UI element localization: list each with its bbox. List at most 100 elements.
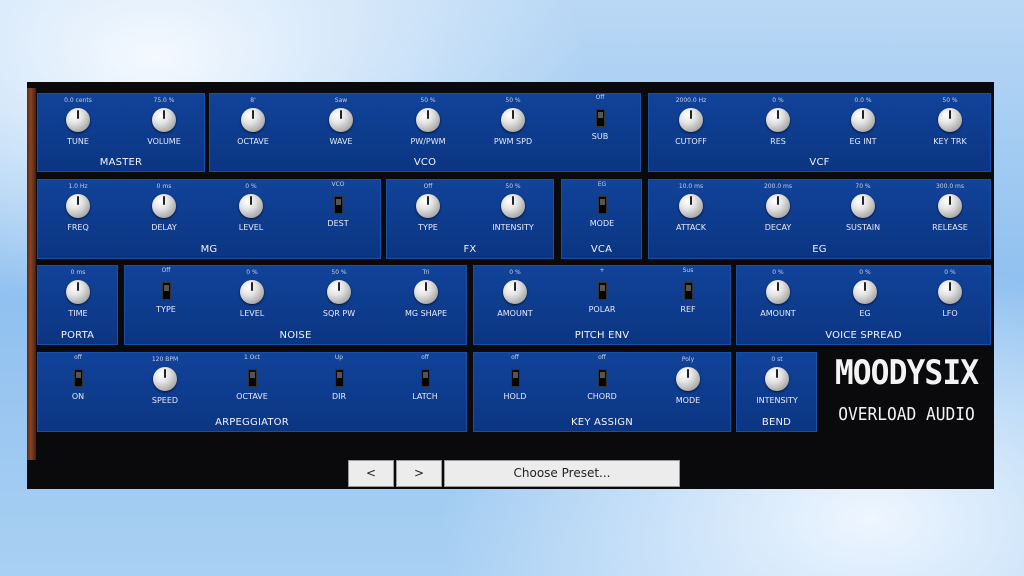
vco-octave-control[interactable]: 8' OCTAVE (218, 97, 288, 146)
rotary-knob[interactable] (766, 108, 790, 132)
pitch-env-amount-control[interactable]: 0 % AMOUNT (480, 269, 550, 318)
rotary-knob[interactable] (416, 108, 440, 132)
vco-sub-switch[interactable]: Off SUB (565, 94, 635, 141)
rotary-knob[interactable] (938, 108, 962, 132)
rotary-knob[interactable] (239, 194, 263, 218)
pitch-env-ref-switch[interactable]: Sus REF (653, 267, 723, 314)
rotary-knob[interactable] (414, 280, 438, 304)
mg-freq-control[interactable]: 1.0 Hz FREQ (43, 183, 113, 232)
control-value: 0 % (772, 97, 784, 104)
control-label: AMOUNT (760, 309, 796, 318)
rotary-knob[interactable] (851, 194, 875, 218)
control-value: 0 % (509, 269, 521, 276)
noise-mgshape-control[interactable]: Tri MG SHAPE (391, 269, 461, 318)
rotary-knob[interactable] (765, 367, 789, 391)
rotary-knob[interactable] (416, 194, 440, 218)
rotary-knob[interactable] (240, 280, 264, 304)
vco-wave-control[interactable]: Saw WAVE (306, 97, 376, 146)
control-label: LATCH (412, 392, 438, 401)
rotary-knob[interactable] (766, 280, 790, 304)
noise-sqrpw-control[interactable]: 50 % SQR PW (304, 269, 374, 318)
rotary-knob[interactable] (503, 280, 527, 304)
arp-speed-control[interactable]: 120 BPM SPEED (130, 356, 200, 405)
eg-sustain-control[interactable]: 70 % SUSTAIN (828, 183, 898, 232)
rotary-knob[interactable] (853, 280, 877, 304)
toggle-switch[interactable] (334, 369, 344, 387)
vcf-cutoff-control[interactable]: 2000.0 Hz CUTOFF (656, 97, 726, 146)
control-value: 0 % (859, 269, 871, 276)
mg-level-control[interactable]: 0 % LEVEL (216, 183, 286, 232)
control-value: Tri (422, 269, 430, 276)
control-value: off (511, 354, 519, 361)
vcf-res-control[interactable]: 0 % RES (743, 97, 813, 146)
choose-preset-button[interactable]: Choose Preset... (444, 460, 680, 487)
arp-latch-switch[interactable]: off LATCH (390, 354, 460, 401)
arp-on-switch[interactable]: off ON (43, 354, 113, 401)
control-label: WAVE (329, 137, 353, 146)
rotary-knob[interactable] (676, 367, 700, 391)
voice-spread-eg-control[interactable]: 0 % EG (830, 269, 900, 318)
bend-intensity-control[interactable]: 0 st INTENSITY (742, 356, 812, 405)
panel-pitch-env: PITCH ENV 0 % AMOUNT + POLAR Sus REF (473, 265, 731, 345)
pitch-env-polar-switch[interactable]: + POLAR (567, 267, 637, 314)
vcf-keytrk-control[interactable]: 50 % KEY TRK (915, 97, 985, 146)
prev-preset-button[interactable]: < (348, 460, 394, 487)
noise-level-control[interactable]: 0 % LEVEL (217, 269, 287, 318)
voice-spread-amount-control[interactable]: 0 % AMOUNT (743, 269, 813, 318)
rotary-knob[interactable] (501, 108, 525, 132)
next-preset-button[interactable]: > (396, 460, 442, 487)
fx-intensity-control[interactable]: 50 % INTENSITY (478, 183, 548, 232)
eg-release-control[interactable]: 300.0 ms RELEASE (915, 183, 985, 232)
rotary-knob[interactable] (501, 194, 525, 218)
arp-dir-switch[interactable]: Up DIR (304, 354, 374, 401)
vcf-egint-control[interactable]: 0.0 % EG INT (828, 97, 898, 146)
rotary-knob[interactable] (153, 367, 177, 391)
rotary-knob[interactable] (152, 108, 176, 132)
rotary-knob[interactable] (938, 194, 962, 218)
toggle-switch[interactable] (597, 196, 607, 214)
toggle-switch[interactable] (161, 282, 171, 300)
rotary-knob[interactable] (66, 108, 90, 132)
rotary-knob[interactable] (766, 194, 790, 218)
eg-attack-control[interactable]: 10.0 ms ATTACK (656, 183, 726, 232)
porta-time-control[interactable]: 0 ms TIME (43, 269, 113, 318)
mg-dest-switch[interactable]: VCO DEST (303, 181, 373, 228)
master-volume-control[interactable]: 75.0 % VOLUME (129, 97, 199, 146)
eg-decay-control[interactable]: 200.0 ms DECAY (743, 183, 813, 232)
fx-type-control[interactable]: Off TYPE (393, 183, 463, 232)
arp-octave-switch[interactable]: 1 Oct OCTAVE (217, 354, 287, 401)
noise-type-switch[interactable]: Off TYPE (131, 267, 201, 314)
vca-mode-switch[interactable]: EG MODE (567, 181, 637, 228)
toggle-switch[interactable] (510, 369, 520, 387)
toggle-switch[interactable] (597, 369, 607, 387)
toggle-switch[interactable] (420, 369, 430, 387)
brand-logo-subtitle: OVERLOAD AUDIO (838, 404, 975, 425)
toggle-switch[interactable] (597, 282, 607, 300)
rotary-knob[interactable] (66, 194, 90, 218)
rotary-knob[interactable] (938, 280, 962, 304)
voice-spread-lfo-control[interactable]: 0 % LFO (915, 269, 985, 318)
toggle-switch[interactable] (247, 369, 257, 387)
key-assign-hold-switch[interactable]: off HOLD (480, 354, 550, 401)
toggle-switch[interactable] (333, 196, 343, 214)
mg-delay-control[interactable]: 0 ms DELAY (129, 183, 199, 232)
rotary-knob[interactable] (241, 108, 265, 132)
rotary-knob[interactable] (851, 108, 875, 132)
rotary-knob[interactable] (66, 280, 90, 304)
key-assign-chord-switch[interactable]: off CHORD (567, 354, 637, 401)
control-value: 0 % (944, 269, 956, 276)
toggle-switch[interactable] (683, 282, 693, 300)
rotary-knob[interactable] (679, 108, 703, 132)
rotary-knob[interactable] (327, 280, 351, 304)
rotary-knob[interactable] (152, 194, 176, 218)
master-tune-control[interactable]: 0.0 cents TUNE (43, 97, 113, 146)
rotary-knob[interactable] (329, 108, 353, 132)
vco-pwmspd-control[interactable]: 50 % PWM SPD (478, 97, 548, 146)
key-assign-mode-control[interactable]: Poly MODE (653, 356, 723, 405)
rotary-knob[interactable] (679, 194, 703, 218)
toggle-switch[interactable] (73, 369, 83, 387)
control-value: Off (595, 94, 605, 101)
vco-pwpwm-control[interactable]: 50 % PW/PWM (393, 97, 463, 146)
toggle-switch[interactable] (595, 109, 605, 127)
control-label: POLAR (588, 305, 616, 314)
